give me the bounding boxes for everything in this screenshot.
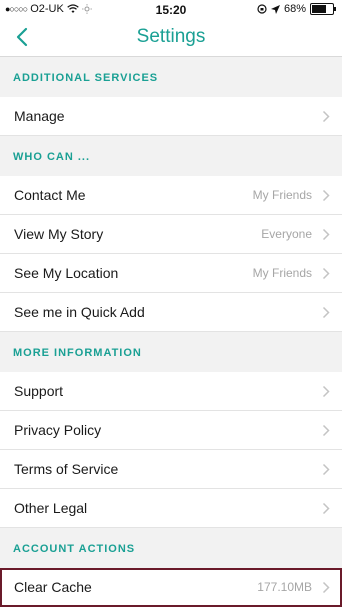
status-right: 68% (257, 3, 336, 15)
settings-row-see-my-location[interactable]: See My Location My Friends (0, 254, 342, 293)
row-label: See me in Quick Add (14, 304, 145, 320)
row-label: View My Story (14, 226, 104, 242)
navigation-bar: Settings (0, 20, 342, 57)
row-label: Manage (14, 108, 65, 124)
chevron-right-icon (322, 110, 330, 123)
settings-row-see-me-in-quick-add[interactable]: See me in Quick Add (0, 293, 342, 332)
chevron-right-icon (322, 189, 330, 202)
section-header: MORE INFORMATION (0, 332, 342, 372)
row-value: My Friends (252, 266, 312, 280)
rotation-lock-icon (257, 4, 267, 14)
chevron-right-icon (322, 228, 330, 241)
chevron-right-icon (322, 502, 330, 515)
chevron-right-icon (322, 267, 330, 280)
settings-row-terms-of-service[interactable]: Terms of Service (0, 450, 342, 489)
settings-row-privacy-policy[interactable]: Privacy Policy (0, 411, 342, 450)
row-label: Clear Cache (14, 579, 92, 595)
chevron-right-icon (322, 306, 330, 319)
settings-row-view-my-story[interactable]: View My Story Everyone (0, 215, 342, 254)
status-bar: ●○○○○ O2-UK 15:20 68% (0, 0, 342, 20)
row-label: Other Legal (14, 500, 88, 516)
battery-percent: 68% (283, 3, 306, 15)
row-value: My Friends (252, 188, 312, 202)
row-label: Privacy Policy (14, 422, 102, 438)
battery-level (312, 5, 326, 13)
settings-row-clear-cache[interactable]: Clear Cache 177.10MB (0, 568, 342, 607)
row-label: Contact Me (14, 187, 86, 203)
section-header: WHO CAN ... (0, 136, 342, 176)
section-header: ACCOUNT ACTIONS (0, 528, 342, 568)
settings-row-contact-me[interactable]: Contact Me My Friends (0, 176, 342, 215)
chevron-right-icon (322, 463, 330, 476)
page-title: Settings (136, 26, 206, 47)
settings-row-other-legal[interactable]: Other Legal (0, 489, 342, 528)
row-label: Support (14, 383, 64, 399)
settings-list: ADDITIONAL SERVICES Manage WHO CAN ... Cont… (0, 57, 342, 607)
row-label: Terms of Service (14, 461, 119, 477)
battery-icon (310, 3, 336, 15)
row-value: Everyone (261, 227, 312, 241)
chevron-right-icon (322, 385, 330, 398)
settings-row-manage[interactable]: Manage (0, 97, 342, 136)
location-arrow-icon (270, 4, 280, 14)
row-label: See My Location (14, 265, 119, 281)
chevron-right-icon (322, 581, 330, 594)
section-header: ADDITIONAL SERVICES (0, 57, 342, 97)
chevron-right-icon (322, 424, 330, 437)
settings-row-support[interactable]: Support (0, 372, 342, 411)
row-value: 177.10MB (257, 580, 312, 594)
